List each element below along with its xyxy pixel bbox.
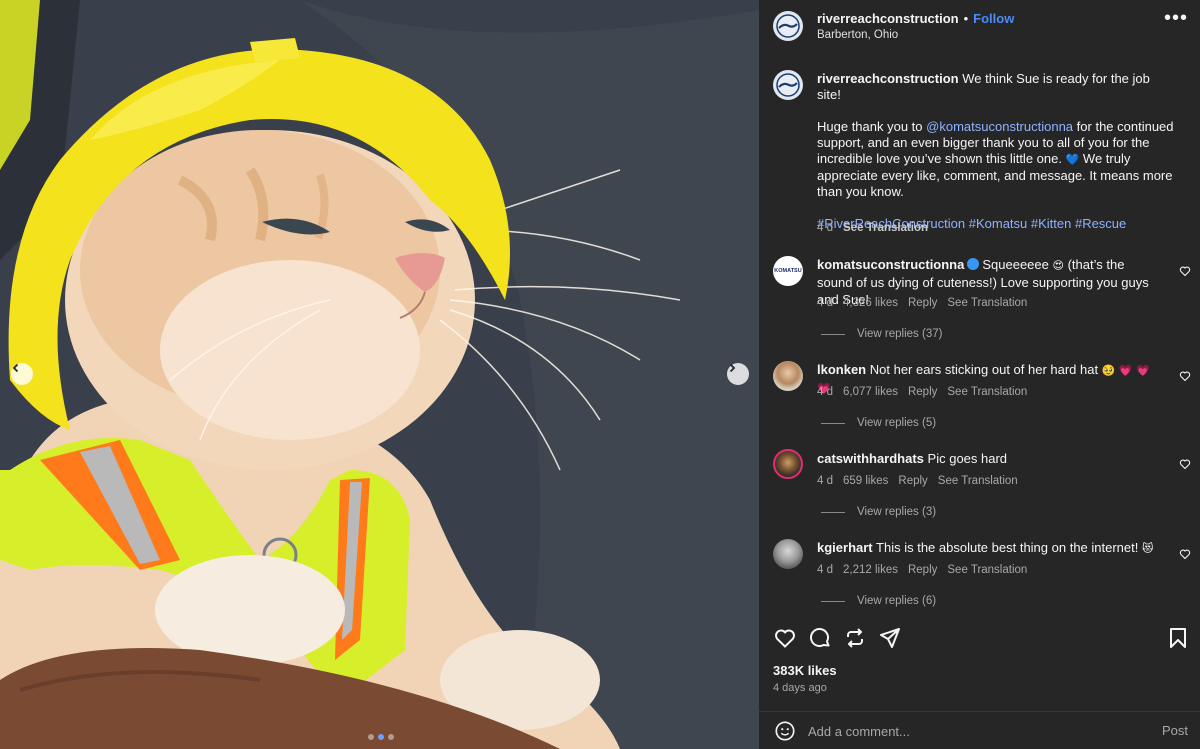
commenter-username[interactable]: catswithhardhats [817, 451, 924, 466]
post-location[interactable]: Barberton, Ohio [817, 29, 898, 41]
reply-button[interactable]: Reply [908, 564, 937, 576]
carousel-dot [368, 734, 374, 740]
author-avatar[interactable] [773, 11, 803, 41]
comment-body: This is the absolute best thing on the i… [876, 540, 1139, 555]
view-replies-label: View replies (6) [857, 595, 937, 607]
see-translation-link[interactable]: See Translation [938, 475, 1018, 487]
more-options-button[interactable]: ••• [1164, 8, 1188, 28]
comment-time: 4 d [817, 297, 833, 309]
comment-input[interactable] [808, 721, 1128, 741]
follow-button[interactable]: Follow [973, 11, 1014, 26]
see-translation-link[interactable]: See Translation [947, 386, 1027, 398]
post-action-bar [773, 626, 1188, 652]
post-like-count[interactable]: 383K likes [773, 663, 837, 678]
comment-body: Pic goes hard [927, 451, 1008, 466]
like-comment-heart-icon[interactable] [1179, 370, 1191, 382]
heart-icon[interactable] [773, 626, 797, 650]
comment-likes[interactable]: 6,077 likes [843, 386, 898, 398]
chevron-right-icon [729, 363, 736, 373]
view-replies-button[interactable]: View replies (3) [821, 506, 936, 518]
river-logo-icon [776, 73, 800, 97]
heart-eyes-emoji: 😍 [1052, 259, 1064, 272]
river-logo-icon [776, 14, 800, 38]
comment-time: 4 d [817, 386, 833, 398]
blue-heart-emoji: 💙 [1065, 153, 1080, 166]
post-side-panel: riverreachconstruction • Follow Barberton,… [759, 0, 1200, 749]
commenter-avatar[interactable] [773, 361, 803, 391]
previous-photo-button[interactable] [11, 363, 33, 385]
view-replies-label: View replies (5) [857, 417, 937, 429]
replies-line [821, 511, 845, 513]
replies-line [821, 422, 845, 424]
post-comment-button[interactable]: Post [1162, 723, 1188, 738]
caption-author-avatar[interactable] [773, 70, 803, 100]
commenter-avatar[interactable]: KOMATSU [773, 256, 803, 286]
reply-button[interactable]: Reply [908, 297, 937, 309]
commenter-avatar[interactable] [773, 449, 803, 479]
comment-likes[interactable]: 2,212 likes [843, 564, 898, 576]
comment-time: 4 d [817, 475, 833, 487]
view-replies-label: View replies (3) [857, 506, 937, 518]
view-replies-button[interactable]: View replies (37) [821, 328, 942, 340]
caption-text: Huge thank you to [817, 119, 923, 134]
comment-time: 4 d [817, 564, 833, 576]
view-replies-label: View replies (37) [857, 328, 943, 340]
like-comment-heart-icon[interactable] [1179, 458, 1191, 470]
reply-button[interactable]: Reply [898, 475, 927, 487]
repost-icon[interactable] [843, 626, 867, 650]
comment-meta: 4 d 4,326 likes Reply See Translation [817, 297, 1027, 309]
comment-text: catswithhardhats Pic goes hard [817, 450, 1162, 467]
share-icon[interactable] [878, 626, 902, 650]
caption-time: 4 d [817, 222, 833, 234]
komatsu-logo: KOMATSU [774, 268, 802, 274]
bookmark-icon[interactable] [1166, 626, 1190, 650]
comment-meta: 4 d 2,212 likes Reply See Translation [817, 564, 1027, 576]
comment-meta: 4 d 659 likes Reply See Translation [817, 475, 1018, 487]
comment-body: Squeeeeee [982, 257, 1049, 272]
post-header: riverreachconstruction • Follow Barberton,… [759, 0, 1200, 52]
add-comment-bar: Post [759, 711, 1200, 749]
commenter-username[interactable]: kgierhart [817, 540, 873, 555]
emoji-icon[interactable] [774, 720, 796, 742]
comment-likes[interactable]: 4,326 likes [843, 297, 898, 309]
like-comment-heart-icon[interactable] [1179, 265, 1191, 277]
carousel-dot-active [378, 734, 384, 740]
see-translation-link[interactable]: See Translation [843, 222, 928, 234]
separator-dot: • [963, 11, 969, 26]
post-date[interactable]: 4 days ago [773, 682, 827, 694]
mention-link[interactable]: @komatsuconstructionna [926, 119, 1073, 134]
commenter-username[interactable]: komatsuconstructionna [817, 257, 964, 272]
caption-username[interactable]: riverreachconstruction [817, 71, 959, 86]
like-comment-heart-icon[interactable] [1179, 548, 1191, 560]
more-icon: ••• [1164, 7, 1189, 29]
reply-button[interactable]: Reply [908, 386, 937, 398]
view-replies-button[interactable]: View replies (5) [821, 417, 936, 429]
commenter-avatar[interactable] [773, 539, 803, 569]
post-photo[interactable] [0, 0, 759, 749]
verified-icon [967, 258, 980, 270]
carousel-dot [388, 734, 394, 740]
comment-text: kgierhart This is the absolute best thin… [817, 539, 1162, 557]
carousel-indicator [368, 734, 394, 740]
heart-eyes-cat-emoji: 😻 [1142, 542, 1154, 555]
comment-body: Not her ears sticking out of her hard ha… [869, 362, 1099, 377]
comment-likes[interactable]: 659 likes [843, 475, 888, 487]
replies-line [821, 600, 845, 602]
view-replies-button[interactable]: View replies (6) [821, 595, 936, 607]
next-photo-button[interactable] [727, 363, 749, 385]
kitten-photo-illustration [0, 0, 759, 749]
comment-meta: 4 d 6,077 likes Reply See Translation [817, 386, 1027, 398]
see-translation-link[interactable]: See Translation [947, 564, 1027, 576]
comment-icon[interactable] [808, 626, 832, 650]
commenter-username[interactable]: lkonken [817, 362, 866, 377]
chevron-left-icon [12, 363, 19, 373]
see-translation-link[interactable]: See Translation [947, 297, 1027, 309]
replies-line [821, 333, 845, 335]
author-username[interactable]: riverreachconstruction [817, 11, 959, 26]
caption-meta: 4 d See Translation [817, 222, 928, 234]
